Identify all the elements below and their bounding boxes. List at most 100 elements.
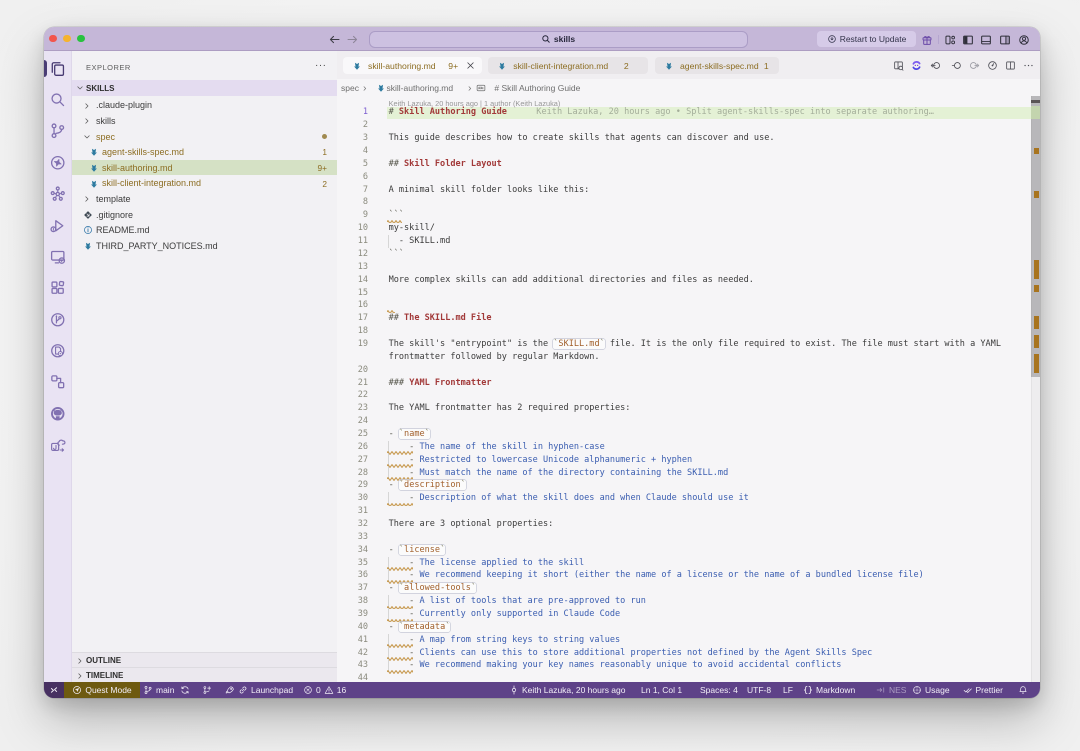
- tab-agent-skills-spec.md[interactable]: agent-skills-spec.md1: [655, 57, 779, 74]
- section-header-timeline[interactable]: TIMELINE: [72, 667, 337, 681]
- breadcrumb-file[interactable]: skill-authoring.md: [387, 83, 454, 93]
- status-usage[interactable]: Usage: [912, 682, 950, 699]
- file-history-icon[interactable]: [987, 60, 998, 71]
- activity-bar-references-icon[interactable]: [49, 373, 67, 391]
- remote-icon: [49, 685, 59, 695]
- activity-bar-copilot-icon[interactable]: [49, 342, 67, 360]
- line-number: 32: [348, 518, 368, 531]
- gitignore-file-icon: [83, 210, 93, 220]
- status-encoding[interactable]: UTF-8: [747, 682, 771, 699]
- status-text: Usage: [925, 685, 950, 695]
- status-language-mode[interactable]: Markdown: [803, 682, 855, 699]
- layout-customize-icon[interactable]: [944, 34, 956, 46]
- navigate-forward-button[interactable]: [346, 33, 359, 46]
- tree-item-spec[interactable]: spec: [72, 129, 337, 145]
- status-launchpad[interactable]: Launchpad: [225, 682, 293, 699]
- status-text: Ln 1, Col 1: [641, 685, 682, 695]
- section-label: OUTLINE: [86, 656, 121, 665]
- branch-icon: [143, 685, 153, 695]
- status-remote[interactable]: [44, 682, 64, 699]
- line-number: 13: [348, 261, 368, 274]
- toggle-secondary-sidebar-icon[interactable]: [999, 34, 1011, 46]
- breadcrumb-symbol[interactable]: # Skill Authoring Guide: [494, 83, 580, 93]
- tree-item-skill-client-integration.md[interactable]: skill-client-integration.md2: [72, 176, 337, 192]
- status-blame[interactable]: Keith Lazuka, 20 hours ago: [509, 682, 626, 699]
- command-center-search[interactable]: skills: [369, 31, 748, 48]
- tree-item-skills[interactable]: skills: [72, 113, 337, 129]
- tree-item-THIRD_PARTY_NOTICES.md[interactable]: THIRD_PARTY_NOTICES.md: [72, 238, 337, 254]
- activity-bar-extensions-icon[interactable]: [49, 279, 67, 297]
- close-icon[interactable]: [465, 60, 476, 71]
- account-icon[interactable]: [1018, 34, 1030, 46]
- line-number: 31: [348, 505, 368, 518]
- tree-item-template[interactable]: template: [72, 191, 337, 207]
- code-line: The skill's "entrypoint" is the `SKILL.m…: [389, 338, 1001, 351]
- tree-item-skill-authoring.md[interactable]: skill-authoring.md9+: [72, 160, 337, 176]
- active-view-indicator: [44, 60, 47, 77]
- status-branch[interactable]: main: [143, 682, 174, 699]
- close-window-button[interactable]: [49, 35, 57, 43]
- explorer-more-actions[interactable]: ···: [315, 60, 327, 71]
- open-changes-icon[interactable]: [951, 60, 962, 71]
- status-eol[interactable]: LF: [783, 682, 793, 699]
- tree-item-agent-skills-spec.md[interactable]: agent-skills-spec.md1: [72, 144, 337, 160]
- status-graph[interactable]: [202, 682, 212, 699]
- navigate-back-button[interactable]: [328, 33, 341, 46]
- status-notifications[interactable]: [1018, 682, 1028, 699]
- line-number: 16: [348, 299, 368, 312]
- markdown-file-icon: [497, 61, 507, 71]
- status-prettier[interactable]: Prettier: [963, 682, 1003, 699]
- chevron-right-icon: [83, 102, 91, 110]
- activity-bar-history-icon[interactable]: [49, 311, 67, 329]
- section-header-skills[interactable]: SKILLS: [72, 80, 337, 96]
- activity-bar-github-icon[interactable]: [49, 405, 67, 423]
- activity-bar-source-control-icon[interactable]: [49, 122, 67, 140]
- line-number: 40: [348, 621, 368, 634]
- activity-bar-search-icon[interactable]: [49, 91, 67, 109]
- code-line: # Skill Authoring Guide: [389, 106, 507, 119]
- split-editor-icon[interactable]: [1005, 60, 1016, 71]
- more-actions-icon[interactable]: [1023, 60, 1034, 71]
- activity-bar-gitlens-icon[interactable]: [49, 154, 67, 172]
- breadcrumb-separator: ›: [363, 82, 367, 94]
- ai-assistant-icon[interactable]: [911, 60, 922, 71]
- toggle-sidebar-icon[interactable]: [962, 34, 974, 46]
- code-line: - Description of what the skill does and…: [389, 492, 749, 505]
- status-problems[interactable]: 016: [303, 682, 346, 699]
- activity-bar-files-icon[interactable]: [49, 60, 67, 78]
- line-number: 25: [348, 428, 368, 441]
- tree-item-label: .gitignore: [96, 210, 133, 220]
- activity-bar-deploy-icon[interactable]: [49, 436, 67, 454]
- ruler-warning-mark: [1034, 148, 1039, 155]
- activity-bar-remote-explorer-icon[interactable]: [49, 248, 67, 266]
- code-line: There are 3 optional properties:: [389, 518, 554, 531]
- restart-to-update-button[interactable]: Restart to Update: [817, 31, 916, 47]
- line-number: 19: [348, 338, 368, 351]
- line-number: 30: [348, 492, 368, 505]
- activity-bar-run-debug-icon[interactable]: [49, 217, 67, 235]
- line-number: 20: [348, 364, 368, 377]
- status-cursor-position[interactable]: Ln 1, Col 1: [641, 682, 682, 699]
- status-quest-mode[interactable]: Quest Mode: [64, 682, 140, 699]
- maximize-window-button[interactable]: [77, 35, 85, 43]
- next-change-icon[interactable]: [969, 60, 980, 71]
- toggle-panel-icon[interactable]: [980, 34, 992, 46]
- tab-skill-authoring.md[interactable]: skill-authoring.md9+: [343, 57, 482, 74]
- minimize-window-button[interactable]: [63, 35, 71, 43]
- section-header-outline[interactable]: OUTLINE: [72, 652, 337, 667]
- activity-bar-organization-icon[interactable]: [49, 185, 67, 203]
- status-sync[interactable]: [180, 682, 190, 699]
- gift-icon[interactable]: [921, 34, 933, 46]
- previous-change-icon[interactable]: [930, 60, 941, 71]
- line-number: 44: [348, 672, 368, 681]
- breadcrumb-folder[interactable]: spec: [341, 83, 359, 93]
- tab-skill-client-integration.md[interactable]: skill-client-integration.md2: [488, 57, 648, 74]
- tab-dirty-badge: 2: [624, 61, 629, 71]
- tree-item-.gitignore[interactable]: .gitignore: [72, 207, 337, 223]
- open-preview-icon[interactable]: [893, 60, 904, 71]
- status-indentation[interactable]: Spaces: 4: [700, 682, 738, 699]
- tree-item-.claude-plugin[interactable]: .claude-plugin: [72, 98, 337, 114]
- tree-item-README.md[interactable]: README.md: [72, 222, 337, 238]
- status-nes[interactable]: NES: [876, 682, 906, 699]
- editor-content[interactable]: Keith Lazuka, 20 hours ago | 1 author (K…: [337, 96, 1040, 682]
